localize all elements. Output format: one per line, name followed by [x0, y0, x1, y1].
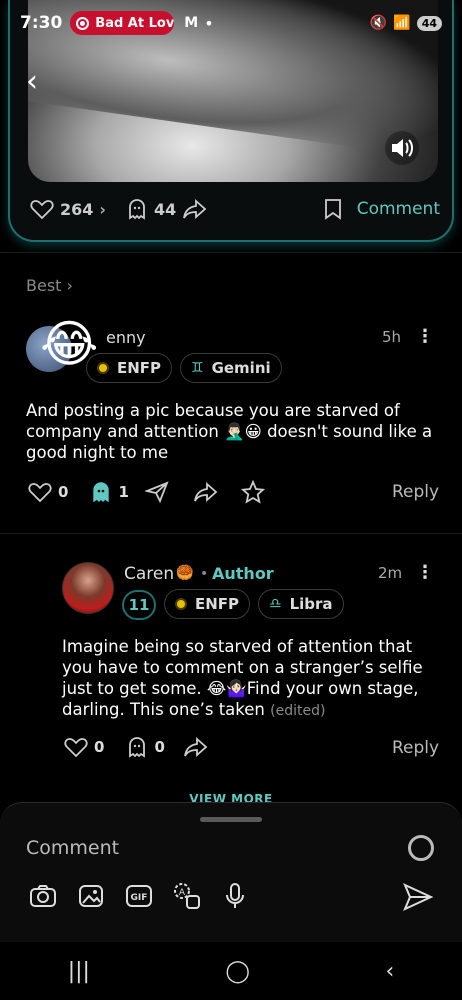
chip-label: ENFP	[195, 595, 240, 613]
zodiac-chip[interactable]: ♎ Libra	[258, 589, 344, 619]
level-badge: 11	[122, 590, 156, 620]
heart-icon[interactable]	[64, 736, 88, 758]
reply-text: Imagine being so starved of attention th…	[62, 636, 442, 722]
mbti-dot-icon	[97, 362, 109, 374]
composer-toolbar: GIF A	[28, 881, 250, 911]
comment-button[interactable]: Comment	[357, 199, 440, 219]
sound-icon[interactable]	[384, 130, 420, 166]
mbti-chip[interactable]: ENFP	[86, 353, 173, 383]
home-icon[interactable]: ◯	[225, 959, 250, 984]
libra-icon: ♎	[269, 596, 282, 612]
author-badge: Author	[212, 564, 274, 583]
status-bar: 7:30 Bad At Lov M • 🔇 📶 44	[0, 0, 462, 46]
gallery-icon[interactable]	[76, 881, 106, 911]
reply-button[interactable]: Reply	[392, 482, 439, 502]
ghost-count: 0	[154, 738, 165, 756]
sort-selector[interactable]: Best ›	[26, 276, 73, 295]
reply-button[interactable]: Reply	[392, 738, 439, 758]
comment-input[interactable]: Comment	[26, 837, 119, 859]
recent-apps-icon[interactable]: |||	[68, 959, 90, 984]
ghost-count: 44	[154, 199, 177, 219]
comment-actions: 0 1	[28, 480, 265, 504]
ghost-icon[interactable]	[126, 736, 148, 758]
gmail-icon: M	[184, 15, 199, 31]
reply-time: 2m	[378, 564, 403, 582]
like-count: 0	[58, 483, 69, 501]
chip-label: Gemini	[211, 359, 271, 377]
record-icon	[76, 16, 90, 30]
reply-actions: 0 0	[64, 736, 209, 758]
mbti-chip[interactable]: ENFP	[164, 589, 251, 619]
zodiac-chip[interactable]: ♊ Gemini	[180, 353, 282, 383]
send-icon[interactable]	[402, 881, 434, 913]
share-icon[interactable]	[193, 481, 219, 503]
post-actions: 264 › 44 Comment	[30, 198, 440, 220]
avatar[interactable]	[62, 562, 114, 614]
camera-icon[interactable]	[28, 881, 58, 911]
translate-icon[interactable]: A	[172, 881, 202, 911]
back-icon[interactable]: ‹	[26, 64, 38, 99]
gif-icon[interactable]: GIF	[124, 881, 154, 911]
drag-handle[interactable]	[200, 817, 262, 822]
heart-icon[interactable]	[30, 198, 54, 220]
badge-icon: 🥮	[176, 565, 194, 581]
reply-username[interactable]: Caren	[124, 564, 174, 584]
mute-icon: 🔇	[369, 15, 388, 31]
send-icon[interactable]	[144, 481, 169, 503]
separator-dot: •	[200, 566, 209, 582]
bookmark-icon[interactable]	[323, 198, 343, 220]
mbti-dot-icon	[175, 598, 187, 610]
now-playing-pill[interactable]: Bad At Lov	[70, 11, 175, 35]
more-options-icon[interactable]: ⋮	[416, 562, 434, 583]
ghost-icon[interactable]	[90, 481, 112, 503]
loading-spinner-icon	[408, 835, 434, 861]
edited-label: (edited)	[270, 703, 326, 719]
clock: 7:30	[20, 13, 63, 33]
heart-icon[interactable]	[28, 481, 52, 503]
system-nav-bar: ||| ◯ ‹	[0, 942, 462, 1000]
microphone-icon[interactable]	[220, 881, 250, 911]
like-count: 264	[60, 199, 94, 219]
notification-dot: •	[204, 13, 214, 33]
like-count: 0	[94, 738, 105, 756]
gemini-icon: ♊	[191, 360, 204, 376]
divider	[0, 533, 462, 534]
share-icon[interactable]	[183, 736, 209, 758]
wifi-icon: 📶	[393, 15, 411, 31]
comment-username[interactable]: enny	[106, 328, 146, 347]
ghost-count: 1	[118, 483, 129, 501]
chip-label: Libra	[289, 595, 333, 613]
chevron-right-icon[interactable]: ›	[99, 200, 106, 219]
divider	[0, 252, 462, 253]
comment-time: 5h	[382, 328, 402, 346]
svg-text:A: A	[179, 888, 186, 898]
back-nav-icon[interactable]: ‹	[385, 959, 394, 984]
chip-label: ENFP	[117, 359, 162, 377]
star-icon[interactable]	[240, 480, 265, 504]
reply-text-content: Imagine being so starved of attention th…	[62, 637, 423, 719]
now-playing-title: Bad At Lov	[95, 15, 175, 31]
ghost-icon[interactable]	[126, 198, 148, 220]
more-options-icon[interactable]: ⋮	[416, 326, 434, 347]
svg-text:GIF: GIF	[131, 893, 148, 903]
battery-icon: 44	[416, 15, 442, 31]
comment-composer: Comment GIF A	[0, 802, 462, 942]
share-icon[interactable]	[182, 198, 208, 220]
comment-text: And posting a pic because you are starve…	[26, 401, 433, 462]
